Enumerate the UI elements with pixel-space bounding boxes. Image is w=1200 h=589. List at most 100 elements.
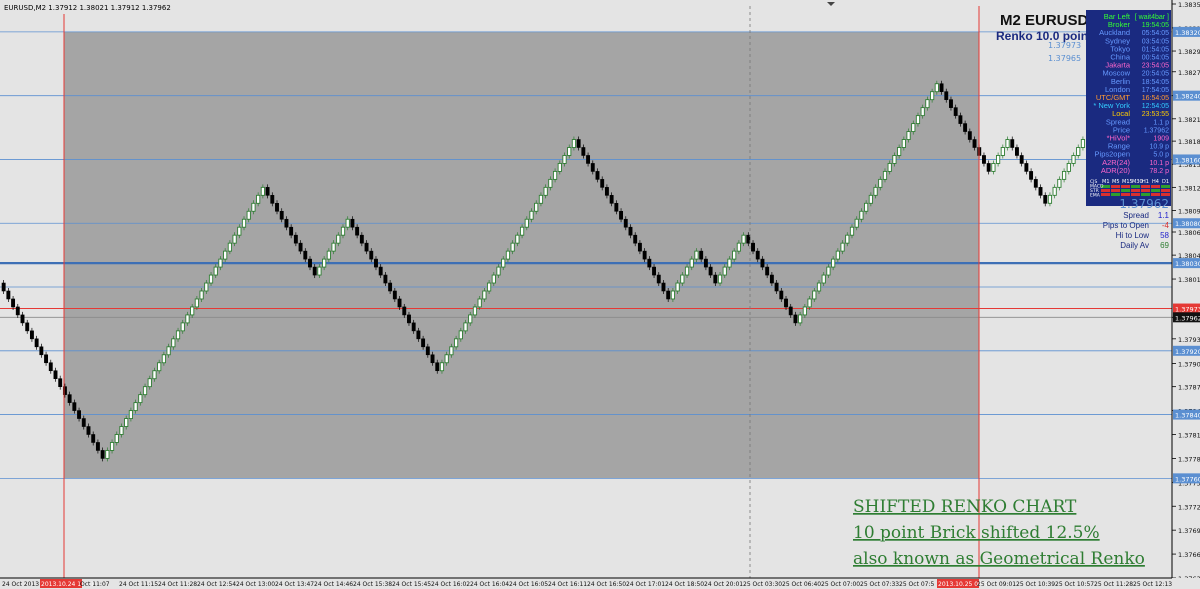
x-tick-label: 25 Oct 06:40	[782, 581, 821, 588]
brick-up	[317, 266, 322, 276]
brick-up	[105, 449, 110, 459]
brick-down	[666, 290, 671, 300]
brick-up	[505, 250, 511, 260]
brick-up	[557, 162, 562, 172]
y-axis-panel	[1172, 0, 1200, 578]
brick-up	[868, 194, 873, 204]
panel-row-value: 19:54:05	[1142, 22, 1169, 29]
renko-chart[interactable]: EURUSD,M2 1.37912 1.38021 1.37912 1.3796…	[0, 0, 1200, 589]
signal-cell	[1111, 193, 1120, 196]
brick-down	[953, 107, 958, 116]
brick-up	[439, 362, 445, 372]
stat-value: 1.1	[1158, 211, 1170, 220]
brick-up	[807, 298, 812, 308]
panel-row-value: 1.1 p	[1153, 119, 1169, 126]
y-tick-label: 1.38183	[1178, 138, 1200, 146]
x-tick-label: 24 Oct 11:28	[158, 581, 197, 588]
panel-row-value: 12:54:05	[1142, 103, 1169, 110]
x-tick-label: 24 Oct 16:11	[548, 581, 587, 588]
timeframe-label: M5	[1112, 179, 1120, 185]
panel-row-value: 23:53:55	[1142, 111, 1169, 118]
brick-down	[967, 131, 972, 140]
brick-up	[227, 242, 232, 252]
brick-up	[251, 202, 256, 212]
brick-down	[751, 242, 755, 252]
brick-down	[91, 434, 96, 443]
y-tick-label: 1.38096	[1178, 207, 1200, 215]
signal-cell	[1101, 193, 1110, 196]
brick-up	[1000, 147, 1005, 156]
panel-row-value: 17:54:05	[1142, 87, 1169, 94]
brick-up	[256, 194, 261, 204]
x-tick-label: 25 Oct 10:39	[1016, 581, 1055, 588]
brick-down	[637, 242, 642, 252]
brick-up	[873, 186, 878, 196]
brick-down	[77, 410, 82, 419]
brick-up	[340, 226, 346, 236]
panel-row-value: 5.0 p	[1153, 152, 1169, 159]
brick-up	[897, 147, 902, 156]
panel-row-value: 1909	[1153, 136, 1169, 143]
x-tick-label: Oct 11:07	[80, 581, 110, 588]
brick-up	[901, 139, 906, 148]
brick-up	[449, 346, 454, 356]
brick-up	[482, 290, 487, 300]
brick-down	[949, 99, 953, 108]
brick-up	[171, 338, 176, 348]
price-label: 1.38030	[1175, 260, 1200, 268]
brick-up	[241, 218, 247, 228]
brick-down	[20, 314, 25, 324]
panel-row-value: 20:54:05	[1142, 71, 1169, 78]
brick-down	[779, 290, 784, 300]
brick-up	[147, 378, 152, 388]
brick-up	[468, 314, 473, 324]
brick-down	[939, 83, 944, 92]
brick-up	[684, 266, 690, 276]
panel-row-label: ADR(20)	[1101, 166, 1131, 175]
panel-row-value: 16:54:05	[1142, 95, 1169, 102]
signal-cell	[1131, 185, 1140, 188]
brick-down	[308, 258, 312, 268]
brick-down	[350, 218, 355, 228]
brick-down	[388, 282, 393, 292]
brick-up	[109, 442, 115, 451]
brick-up	[538, 194, 544, 204]
y-tick-label: 1.38069	[1178, 229, 1200, 237]
brick-up	[722, 266, 727, 276]
brick-down	[293, 234, 298, 244]
brick-down	[11, 298, 16, 308]
brick-up	[562, 155, 567, 164]
brick-up	[878, 178, 883, 188]
brick-up	[552, 170, 558, 180]
brick-down	[435, 362, 440, 372]
brick-up	[133, 402, 138, 412]
brick-down	[1024, 163, 1029, 172]
brick-up	[336, 234, 341, 244]
brick-up	[223, 250, 228, 260]
y-tick-label: 1.38296	[1178, 48, 1200, 56]
brick-up	[472, 306, 478, 316]
brick-down	[633, 234, 638, 244]
panel-row-value: 05:54:05	[1142, 30, 1169, 37]
x-tick-label: 25 Oct 09:01	[977, 581, 1016, 588]
brick-up	[1066, 162, 1071, 172]
brick-down	[647, 258, 652, 268]
x-tick-label: 24 Oct 16:50	[587, 581, 626, 588]
brick-down	[628, 226, 633, 236]
brick-up	[854, 218, 859, 228]
brick-down	[416, 330, 421, 340]
x-tick-label: 24 Oct 11:15	[119, 581, 158, 588]
price-label: 1.37760	[1175, 475, 1200, 483]
x-tick-label: 25 Oct 07:33	[860, 581, 899, 588]
brick-down	[619, 210, 624, 220]
brick-down	[81, 418, 86, 427]
brick-down	[48, 362, 53, 372]
brick-down	[303, 250, 308, 260]
brick-down	[642, 250, 647, 260]
brick-up	[1080, 139, 1086, 148]
x-tick-label: 24 Oct 16:02	[431, 581, 470, 588]
brick-down	[661, 282, 666, 292]
signal-cell	[1121, 193, 1130, 196]
brick-down	[755, 250, 760, 260]
small-price-1: 1.37973	[1048, 41, 1081, 50]
